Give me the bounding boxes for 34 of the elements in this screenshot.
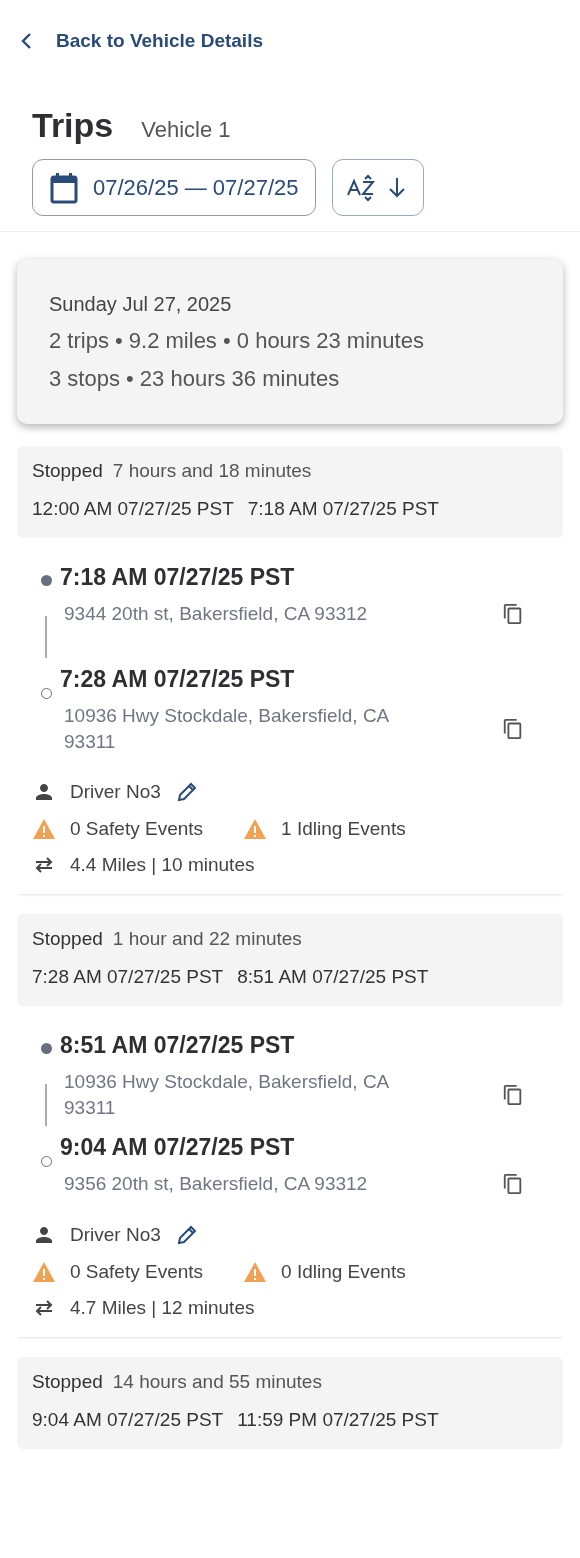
trip-start-time: 7:18 AM 07/27/25 PST: [60, 564, 296, 591]
stop-end-time: 8:51 AM 07/27/25 PST: [237, 966, 429, 989]
stop-label: Stopped: [32, 1370, 103, 1393]
driver-name: Driver No3: [70, 781, 161, 804]
safety-events: 0 Safety Events: [70, 1260, 204, 1283]
driver-name: Driver No3: [70, 1223, 161, 1246]
end-address: 9356 20th st, Bakersfield, CA 93312: [64, 1172, 368, 1197]
trip-distance: 4.7 Miles | 12 minutes: [70, 1296, 255, 1319]
trips-summary: 2 trips • 9.2 miles • 0 hours 23 minutes: [49, 328, 425, 354]
stop-duration: 7 hours and 18 minutes: [112, 460, 312, 482]
safety-events: 0 Safety Events: [70, 818, 204, 841]
stop-end-time: 11:59 PM 07/27/25 PST: [237, 1408, 439, 1431]
stop-start-time: 12:00 AM 07/27/25 PST: [32, 498, 234, 520]
stop-start-time: 7:28 AM 07/27/25 PST: [32, 966, 224, 989]
summary-date: Sunday Jul 27, 2025: [49, 293, 233, 316]
trip-end-time: 9:04 AM 07/27/25 PST: [60, 1134, 296, 1162]
stop-end-time: 7:18 AM 07/27/25 PST: [247, 498, 439, 520]
trip-start-time: 8:51 AM 07/27/25 PST: [60, 1032, 296, 1060]
stops-summary: 3 stops • 23 hours 36 minutes: [49, 366, 341, 392]
stop-duration: 1 hour and 22 minutes: [112, 928, 302, 951]
stop-duration: 14 hours and 55 minutes: [112, 1370, 322, 1393]
end-address: 10936 Hwy Stockdale, Bakersfield, CA 93311: [64, 704, 390, 754]
page-title: Trips: [32, 106, 114, 145]
vehicle-name: Vehicle 1: [141, 117, 231, 143]
date-range-button[interactable]: 07/26/25 — 07/27/25: [32, 159, 316, 216]
trip-end-time: 7:28 AM 07/27/25 PST: [60, 666, 296, 693]
trip-distance: 4.4 Miles | 10 minutes: [70, 854, 255, 877]
start-address: 9344 20th st, Bakersfield, CA 93312: [64, 602, 368, 626]
stop-label: Stopped: [32, 460, 103, 482]
stop-label: Stopped: [32, 928, 103, 951]
idling-events: 0 Idling Events: [281, 1260, 406, 1283]
start-address: 10936 Hwy Stockdale, Bakersfield, CA 93311: [64, 1070, 390, 1120]
stop-start-time: 9:04 AM 07/27/25 PST: [32, 1408, 224, 1431]
idling-events: 1 Idling Events: [281, 818, 406, 841]
